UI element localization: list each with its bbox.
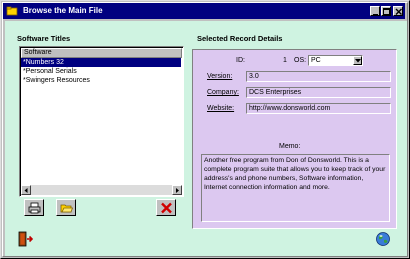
chevron-down-icon <box>355 59 361 63</box>
open-folder-icon <box>60 204 73 213</box>
company-field[interactable]: DCS Enterprises <box>246 87 391 98</box>
arrow-left-icon <box>24 188 28 193</box>
open-button[interactable] <box>56 199 76 216</box>
minimize-button[interactable] <box>370 6 380 16</box>
software-titles-heading: Software Titles <box>17 34 71 43</box>
list-item[interactable]: *Personal Serials <box>21 67 181 76</box>
arrow-right-icon <box>176 188 179 193</box>
window-title: Browse the Main File <box>23 6 103 15</box>
close-button[interactable] <box>393 6 403 16</box>
print-icon <box>28 202 41 214</box>
memo-field[interactable]: Another free program from Don of Donswor… <box>201 154 390 222</box>
globe-icon[interactable] <box>375 231 391 249</box>
os-label: OS: <box>294 57 307 64</box>
horizontal-scrollbar[interactable] <box>21 185 182 195</box>
version-label: Version: <box>207 73 233 80</box>
close-icon <box>395 8 402 15</box>
delete-button[interactable] <box>156 199 176 216</box>
website-label: Website: <box>207 105 235 112</box>
list-column-header[interactable]: Software <box>21 48 182 58</box>
minimize-icon <box>373 14 378 16</box>
maximize-icon <box>383 8 390 15</box>
os-select[interactable]: PC <box>308 55 363 66</box>
browse-window: Browse the Main File Software Titles Sof… <box>0 0 410 259</box>
id-label: ID: <box>236 57 245 64</box>
website-field[interactable]: http://www.donsworld.com <box>246 103 391 114</box>
list-item[interactable]: *Numbers 32 <box>21 58 181 67</box>
memo-label: Memo: <box>279 143 301 150</box>
software-list[interactable]: Software *Numbers 32 *Personal Serials *… <box>19 46 184 197</box>
folder-app-icon <box>6 5 18 17</box>
list-item[interactable]: *Swingers Resources <box>21 76 181 85</box>
exit-door-icon[interactable] <box>17 231 34 249</box>
os-dropdown-button[interactable] <box>353 56 362 65</box>
print-button[interactable] <box>24 199 44 216</box>
title-bar[interactable]: Browse the Main File <box>3 3 405 19</box>
id-value: 1 <box>283 57 287 64</box>
record-details-panel: ID: 1 OS: PC Version: 3.0 Company: DCS E… <box>192 49 397 229</box>
os-select-value: PC <box>311 57 321 64</box>
client-area: Software Titles Software *Numbers 32 *Pe… <box>5 21 407 256</box>
company-label: Company: <box>207 89 239 96</box>
scroll-right-button[interactable] <box>172 185 182 195</box>
maximize-button[interactable] <box>381 6 391 16</box>
scroll-left-button[interactable] <box>21 185 31 195</box>
record-details-heading: Selected Record Details <box>197 34 283 43</box>
version-field[interactable]: 3.0 <box>246 71 391 82</box>
delete-x-icon <box>161 202 172 214</box>
